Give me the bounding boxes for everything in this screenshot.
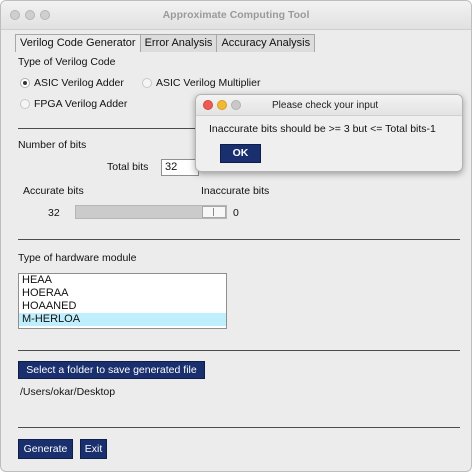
- separator: [18, 427, 460, 428]
- hardware-module-heading: Type of hardware module: [18, 252, 137, 264]
- asic-multiplier-radio[interactable]: [142, 78, 152, 88]
- asic-adder-radio[interactable]: [20, 78, 30, 88]
- dialog-title-bar: Please check your input: [196, 95, 462, 116]
- ok-button[interactable]: OK: [220, 144, 261, 163]
- list-item-hoaaned[interactable]: HOAANED: [19, 300, 226, 313]
- accurate-bits-label: Accurate bits: [23, 185, 84, 197]
- bits-slider-handle[interactable]: [202, 206, 226, 218]
- number-of-bits-heading: Number of bits: [18, 139, 87, 151]
- separator: [18, 239, 460, 240]
- total-bits-label: Total bits: [107, 161, 149, 173]
- bits-slider[interactable]: [75, 205, 227, 219]
- hardware-module-list[interactable]: HEAA HOERAA HOAANED M-HERLOA: [18, 273, 227, 329]
- dialog-minimize-icon[interactable]: [217, 100, 227, 110]
- fpga-adder-radio[interactable]: [20, 99, 30, 109]
- separator: [18, 350, 460, 351]
- tab-error-analysis[interactable]: Error Analysis: [139, 34, 218, 52]
- tab-bar: Verilog Code Generator Error Analysis Ac…: [15, 34, 316, 52]
- window-title: Approximate Computing Tool: [162, 9, 310, 21]
- list-item-m-herloa[interactable]: M-HERLOA: [19, 313, 226, 326]
- dialog-zoom-icon[interactable]: [231, 100, 241, 110]
- asic-multiplier-label[interactable]: ASIC Verilog Multiplier: [156, 77, 260, 89]
- asic-adder-label[interactable]: ASIC Verilog Adder: [34, 77, 124, 89]
- input-error-dialog: Please check your input Inaccurate bits …: [195, 94, 463, 172]
- tab-accuracy-analysis[interactable]: Accuracy Analysis: [216, 34, 316, 52]
- main-window: Approximate Computing Tool Verilog Code …: [0, 0, 472, 472]
- tab-verilog-code-generator[interactable]: Verilog Code Generator: [15, 34, 141, 52]
- accurate-bits-value: 32: [48, 207, 60, 219]
- dialog-message: Inaccurate bits should be >= 3 but <= To…: [209, 123, 436, 135]
- fpga-adder-label[interactable]: FPGA Verilog Adder: [34, 98, 127, 110]
- verilog-code-type-heading: Type of Verilog Code: [18, 56, 116, 68]
- inaccurate-bits-value: 0: [233, 207, 239, 219]
- exit-button[interactable]: Exit: [80, 439, 107, 459]
- inaccurate-bits-label: Inaccurate bits: [201, 185, 270, 197]
- title-bar: Approximate Computing Tool: [1, 1, 471, 30]
- generate-button[interactable]: Generate: [18, 439, 73, 459]
- select-folder-button[interactable]: Select a folder to save generated file: [18, 361, 205, 379]
- list-item-hoeraa[interactable]: HOERAA: [19, 287, 226, 300]
- folder-path: /Users/okar/Desktop: [20, 386, 116, 398]
- list-item-heaa[interactable]: HEAA: [19, 274, 226, 287]
- dialog-close-icon[interactable]: [203, 100, 213, 110]
- total-bits-input[interactable]: 32: [161, 159, 199, 176]
- dialog-title: Please check your input: [272, 100, 379, 111]
